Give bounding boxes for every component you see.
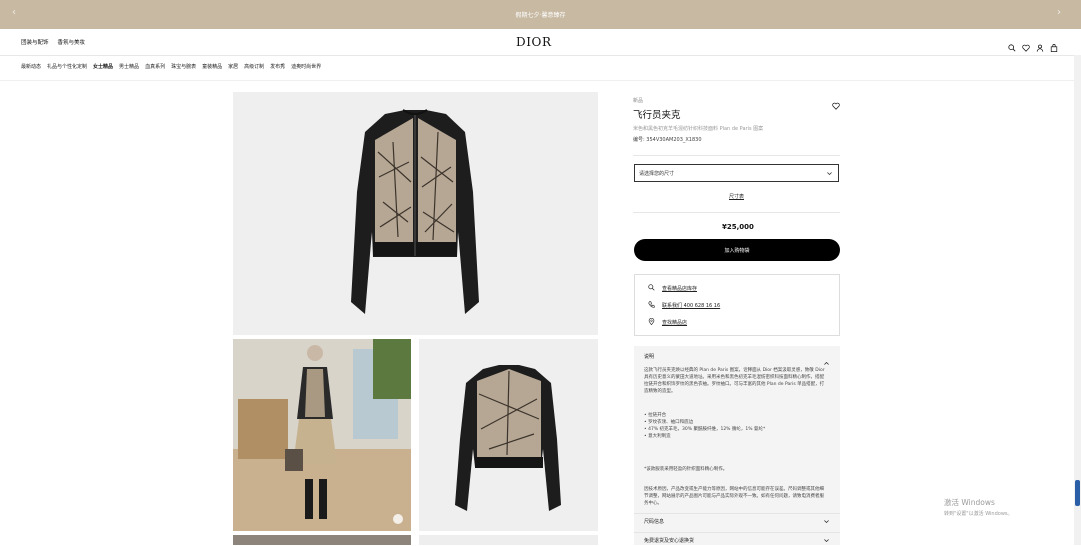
search-icon[interactable] bbox=[1008, 37, 1016, 52]
product-code: 编号: 354V30AM203_X1830 bbox=[633, 137, 702, 143]
product-model-image[interactable] bbox=[233, 339, 411, 531]
nav-item-gifts[interactable]: 礼品与个性化定制 bbox=[47, 63, 87, 70]
product-title: 飞行员夹克 bbox=[633, 110, 681, 121]
service-contact-label[interactable]: 联系我们 400 628 16 16 bbox=[662, 302, 720, 309]
nav-item-men[interactable]: 男士精品 bbox=[119, 63, 139, 70]
service-contact-row[interactable]: 联系我们 400 628 16 16 bbox=[648, 301, 720, 310]
header-link-services[interactable]: 团装与配饰 bbox=[21, 38, 49, 46]
nav-item-shows[interactable]: 发布秀 bbox=[270, 63, 285, 70]
nav-item-new[interactable]: 最新动态 bbox=[21, 63, 41, 70]
chevron-down-icon bbox=[823, 537, 830, 544]
description-note: *该款服装采用轻盈的针织面料精心制作。 bbox=[644, 467, 728, 472]
nav-item-couture[interactable]: 高级订制 bbox=[244, 63, 264, 70]
nav-item-kids[interactable]: 童装精品 bbox=[202, 63, 222, 70]
nav-item-series[interactable]: 血真系列 bbox=[145, 63, 165, 70]
promo-message[interactable]: 假期七夕·馨意臻存 bbox=[516, 10, 566, 19]
nav-item-home[interactable]: 家居 bbox=[228, 63, 238, 70]
search-icon bbox=[648, 284, 655, 293]
promo-next-arrow[interactable]: › bbox=[1057, 7, 1061, 18]
description-bullets: 拉链开合 罗纹衣领、袖口和底边 47% 初克羊毛，30% 聚酰胺纤维，12% 腈… bbox=[644, 412, 765, 440]
watermark-title: 激活 Windows bbox=[944, 498, 995, 507]
dior-logo[interactable]: DIOR bbox=[516, 35, 552, 49]
divider bbox=[633, 155, 840, 156]
header-left-links: 团装与配饰 香氛与美妆 bbox=[21, 38, 85, 46]
site-header: 团装与配饰 香氛与美妆 DIOR bbox=[0, 29, 1074, 56]
service-store-row[interactable]: 查找精品店 bbox=[648, 317, 687, 327]
divider bbox=[634, 532, 840, 533]
nav-item-women[interactable]: 女士精品 bbox=[93, 63, 113, 70]
jacket-illustration bbox=[351, 109, 479, 314]
location-pin-icon bbox=[648, 317, 655, 327]
wishlist-heart-icon[interactable] bbox=[832, 95, 840, 110]
user-icon[interactable] bbox=[1036, 37, 1044, 52]
accordion-returns-label: 免费退货及安心退换货 bbox=[644, 538, 695, 544]
description-header[interactable]: 说明 bbox=[644, 353, 654, 360]
description-panel: 说明 这款飞行员夹克焕以经典的 Plan de Paris 图案，诠释面从 Di… bbox=[634, 346, 840, 545]
phone-icon bbox=[648, 301, 655, 310]
windows-activation-watermark: 激活 Windows 转到"设置"以激活 Windows。 bbox=[944, 497, 1013, 517]
product-main-image[interactable] bbox=[233, 92, 598, 335]
accordion-size-info[interactable]: 尺码信息 bbox=[644, 518, 830, 525]
model-scene bbox=[233, 339, 411, 531]
bullet-item: 47% 初克羊毛，30% 聚酰胺纤维，12% 腈纶，1% 氨纶* bbox=[644, 426, 765, 433]
divider bbox=[634, 513, 840, 514]
nav-divider bbox=[0, 80, 1074, 81]
category-nav: 最新动态 礼品与个性化定制 女士精品 男士精品 血真系列 珠宝与腕表 童装精品 … bbox=[21, 63, 321, 70]
chevron-down-icon bbox=[823, 518, 830, 525]
size-select-placeholder: 请选择您的尺寸 bbox=[639, 170, 675, 177]
product-back-image[interactable] bbox=[419, 339, 598, 531]
promo-bar: ‹ 假期七夕·馨意臻存 › bbox=[0, 0, 1081, 29]
header-link-fragrance[interactable]: 香氛与美妆 bbox=[58, 38, 86, 46]
bullet-item: 罗纹衣领、袖口和底边 bbox=[644, 419, 765, 426]
bullet-item: 意大利制造 bbox=[644, 433, 765, 440]
service-store-label[interactable]: 查找精品店 bbox=[662, 319, 687, 326]
product-category: 新品 bbox=[633, 98, 644, 104]
accordion-size-label: 尺码信息 bbox=[644, 519, 665, 525]
description-disclaimer: 因技术原因，产品改变或生产能力等原因，网站中的信息可能存在误差。尺码调整或其他细… bbox=[644, 487, 824, 506]
add-to-cart-button[interactable]: 加入购物袋 bbox=[634, 239, 840, 261]
description-body: 这款飞行员夹克焕以经典的 Plan de Paris 图案，诠释面从 Dior … bbox=[644, 368, 825, 394]
heart-icon[interactable] bbox=[1022, 37, 1030, 52]
watermark-subtitle: 转到"设置"以激活 Windows。 bbox=[944, 511, 1013, 517]
divider bbox=[633, 212, 840, 213]
product-image-4[interactable] bbox=[233, 535, 411, 545]
product-image-5[interactable] bbox=[419, 535, 598, 545]
nav-item-world[interactable]: 迪奥时尚世界 bbox=[291, 63, 321, 70]
product-subtitle: 米色和黑色初克羊毛混纺针织科技面料 Plan de Paris 图案 bbox=[633, 126, 764, 132]
service-stock-label[interactable]: 查看精品店库存 bbox=[662, 285, 697, 292]
chevron-down-icon bbox=[826, 170, 833, 177]
product-price: ¥25,000 bbox=[722, 223, 754, 231]
promo-prev-arrow[interactable]: ‹ bbox=[12, 7, 16, 18]
size-guide-link[interactable]: 尺寸表 bbox=[729, 193, 744, 200]
page-scrollbar[interactable] bbox=[1074, 55, 1081, 545]
scrollbar-thumb[interactable] bbox=[1075, 480, 1080, 506]
bullet-item: 拉链开合 bbox=[644, 412, 765, 419]
nav-item-jewelry[interactable]: 珠宝与腕表 bbox=[171, 63, 196, 70]
video-play-button[interactable] bbox=[393, 514, 403, 524]
service-stock-row[interactable]: 查看精品店库存 bbox=[648, 284, 697, 293]
chevron-up-icon[interactable] bbox=[823, 352, 830, 365]
accordion-returns[interactable]: 免费退货及安心退换货 bbox=[644, 537, 830, 544]
header-icons bbox=[1008, 37, 1058, 52]
jacket-back-illustration bbox=[455, 365, 561, 511]
size-select[interactable]: 请选择您的尺寸 bbox=[634, 164, 839, 182]
bag-icon[interactable] bbox=[1050, 37, 1058, 52]
services-box: 查看精品店库存 联系我们 400 628 16 16 查找精品店 bbox=[634, 274, 840, 336]
